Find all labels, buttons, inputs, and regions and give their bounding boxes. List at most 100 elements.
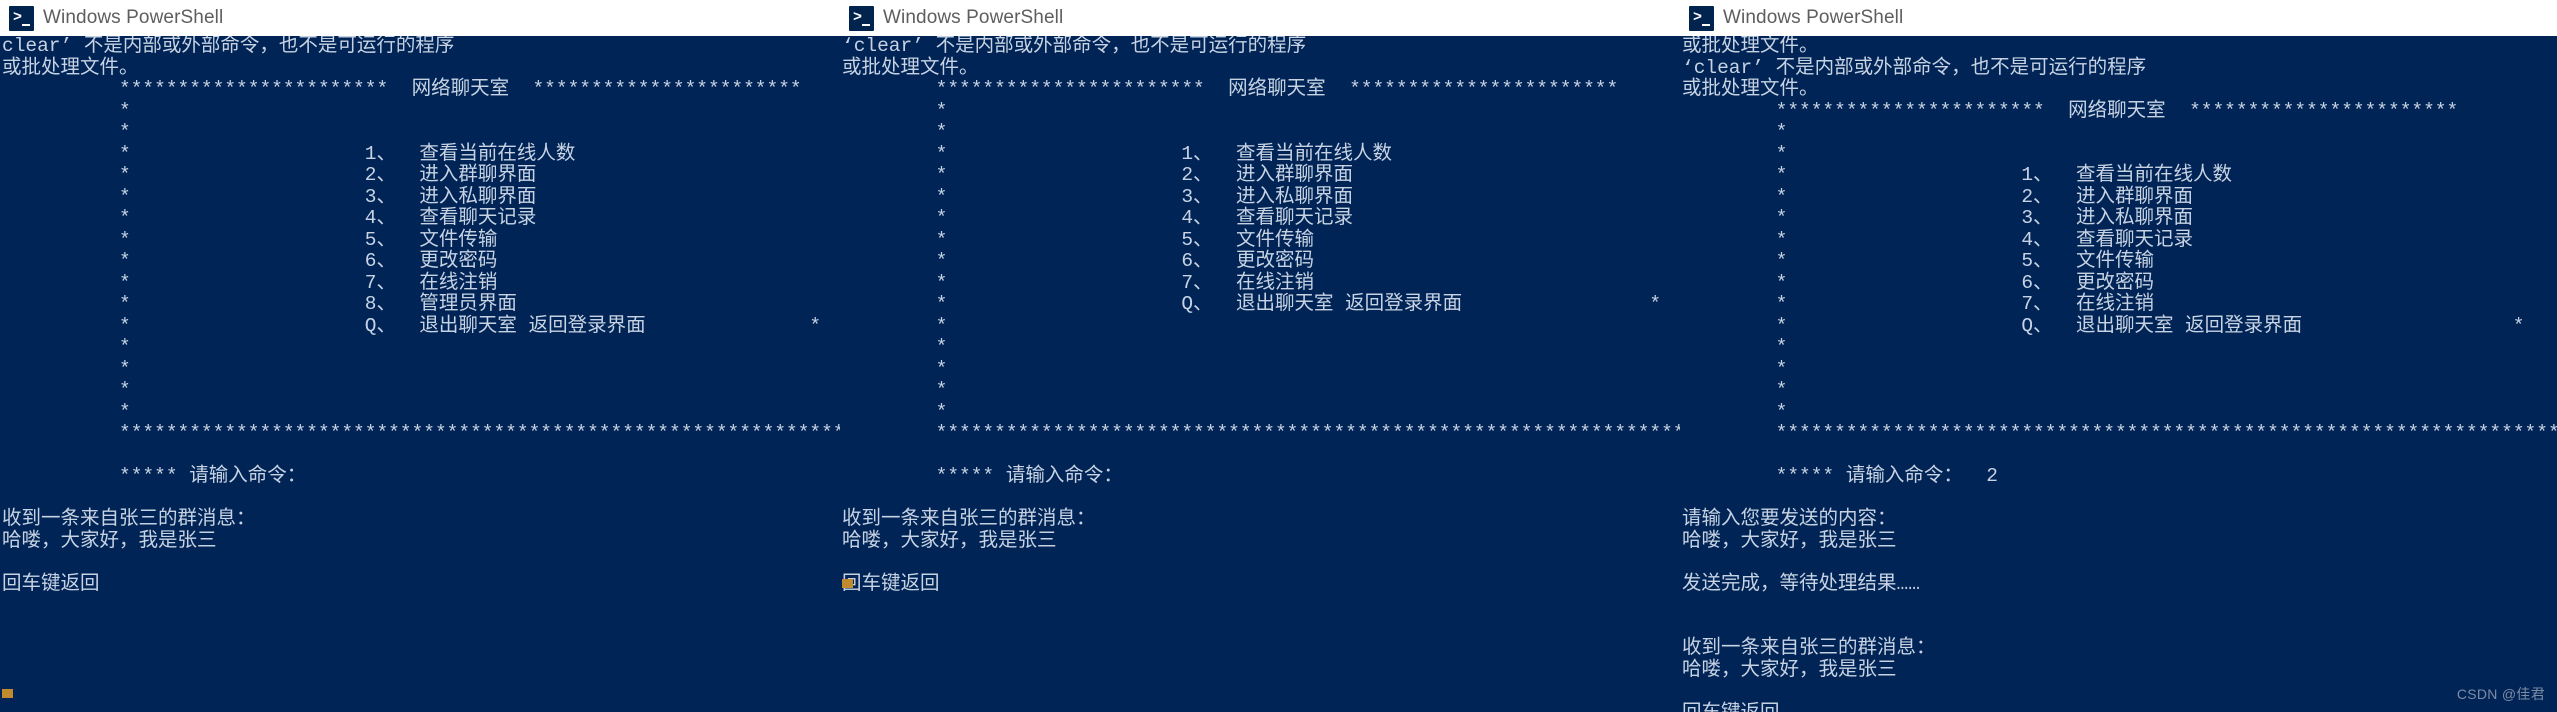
console-line-menu-4: * 4、 查看聊天记录 * [842, 207, 1680, 229]
console-line: * * [2, 400, 840, 423]
console-line: *********************** 网络聊天室 **********… [2, 78, 802, 100]
console-line: 或批处理文件。 [1682, 78, 1819, 100]
titlebar-3[interactable]: Windows PowerShell [1680, 0, 2557, 36]
titlebar-1[interactable]: Windows PowerShell [0, 0, 840, 36]
console-line: * * [842, 99, 1680, 122]
console-line-menu-6: * 6、 更改密码 * [842, 250, 1680, 272]
console-line-menu-q: * Q、 退出聊天室 返回登录界面 * [842, 293, 1662, 315]
console-line-menu-2: * 2、 进入群聊界面 * [1682, 185, 2557, 208]
csdn-watermark: CSDN @佳君 [2456, 685, 2545, 702]
console-line-menu-q: * Q、 退出聊天室 返回登录界面 * [1682, 314, 2525, 337]
console-line-status: 发送完成，等待处理结果…… [1682, 572, 1920, 595]
console-line: 或批处理文件。 [1682, 36, 1819, 57]
console-line-menu-2: * 2、 进入群聊界面 * [842, 164, 1680, 186]
console-line-menu-4: * 4、 查看聊天记录 * [1682, 228, 2557, 251]
desktop: Windows PowerShell clear’ 不是内部或外部命令，也不是可… [0, 0, 2557, 712]
console-line-menu-7: * 7、 在线注销 * [2, 271, 840, 294]
titlebar-2[interactable]: Windows PowerShell [840, 0, 1680, 36]
console-line-menu-8: * 8、 管理员界面 * [2, 293, 840, 315]
console-line: * * [2, 379, 840, 401]
console-line: *********************** 网络聊天室 **********… [1682, 99, 2459, 122]
console-line-menu-5: * 5、 文件传输 * [1682, 250, 2557, 272]
console-line-menu-3: * 3、 进入私聊界面 * [2, 185, 840, 208]
console-line: * * [842, 357, 1680, 380]
window-title-1: Windows PowerShell [43, 7, 224, 28]
window-title-2: Windows PowerShell [883, 7, 1064, 28]
console-line-menu-4: * 4、 查看聊天记录 * [2, 207, 840, 229]
console-line: * * [1682, 121, 2557, 143]
console-line: 或批处理文件。 [842, 56, 979, 79]
console-line-message-body: 哈喽，大家好，我是张三 [1682, 658, 1897, 681]
powershell-icon [1689, 5, 1714, 31]
console-line: * * [842, 336, 1680, 358]
console-line-return-hint: 回车键返回 [2, 572, 100, 595]
console-line-menu-6: * 6、 更改密码 * [2, 250, 840, 272]
console-line-menu-2: * 2、 进入群聊界面 * [2, 164, 840, 186]
console-output-2[interactable]: ‘clear’ 不是内部或外部命令，也不是可运行的程序 或批处理文件。 ****… [840, 36, 1680, 712]
console-line-prompt: ***** 请输入命令： [842, 465, 1123, 487]
powershell-icon [849, 5, 874, 31]
console-line-return-hint: 回车键返回 [842, 572, 940, 595]
console-line-prompt: ***** 请输入命令： 2 [1682, 465, 1998, 487]
powershell-window-1[interactable]: Windows PowerShell clear’ 不是内部或外部命令，也不是可… [0, 0, 840, 712]
console-line: * * [1682, 379, 2557, 401]
console-line-menu-6: * 6、 更改密码 * [1682, 271, 2557, 294]
console-line-menu-q: * Q、 退出聊天室 返回登录界面 * [2, 314, 822, 337]
console-line: ‘clear’ 不是内部或外部命令，也不是可运行的程序 [1682, 56, 2147, 79]
console-line: * * [1682, 400, 2557, 423]
console-line: ****************************************… [119, 422, 840, 444]
console-line-input-value: 哈喽，大家好，我是张三 [1682, 529, 1897, 552]
console-line: * * [842, 121, 1680, 143]
console-line-message-body: 哈喽，大家好，我是张三 [2, 529, 217, 552]
console-line-input-prompt: 请输入您要发送的内容： [1682, 508, 1897, 530]
console-line: * * [842, 314, 1680, 337]
console-line: * * [1682, 142, 2557, 165]
console-output-1[interactable]: clear’ 不是内部或外部命令，也不是可运行的程序 或批处理文件。 *****… [0, 36, 840, 712]
console-line-message-header: 收到一条来自张三的群消息： [1682, 637, 1936, 659]
powershell-window-3[interactable]: Windows PowerShell 或批处理文件。 ‘clear’ 不是内部或… [1680, 0, 2557, 712]
console-line: 或批处理文件。 [2, 56, 139, 79]
console-line: * * [2, 121, 840, 143]
console-line: clear’ 不是内部或外部命令，也不是可运行的程序 [2, 36, 455, 57]
console-line: ****************************************… [935, 422, 1680, 444]
console-line-menu-3: * 3、 进入私聊界面 * [842, 185, 1680, 208]
console-line: * * [1682, 336, 2557, 358]
console-line-menu-5: * 5、 文件传输 * [842, 228, 1680, 251]
powershell-window-2[interactable]: Windows PowerShell ‘clear’ 不是内部或外部命令，也不是… [840, 0, 1680, 712]
text-cursor [2, 689, 13, 698]
console-line: ‘clear’ 不是内部或外部命令，也不是可运行的程序 [842, 36, 1307, 57]
console-line-menu-7: * 7、 在线注销 * [842, 271, 1680, 294]
console-line: * * [842, 379, 1680, 401]
console-line-message-header: 收到一条来自张三的群消息： [2, 508, 256, 530]
console-line-menu-1: * 1、 查看当前在线人数 * [2, 142, 840, 165]
console-line-message-body: 哈喽，大家好，我是张三 [842, 529, 1057, 552]
console-line-menu-7: * 7、 在线注销 * [1682, 293, 2557, 315]
window-title-3: Windows PowerShell [1723, 7, 1904, 28]
console-output-3[interactable]: 或批处理文件。 ‘clear’ 不是内部或外部命令，也不是可运行的程序 或批处理… [1680, 36, 2557, 712]
console-line-message-header: 收到一条来自张三的群消息： [842, 508, 1096, 530]
console-line-menu-5: * 5、 文件传输 * [2, 228, 840, 251]
console-line: * * [842, 400, 1680, 423]
powershell-icon [9, 5, 34, 31]
console-line-prompt: ***** 请输入命令： [2, 465, 307, 487]
console-line-return-hint: 回车键返回 [1680, 702, 2557, 712]
console-line: * * [2, 336, 840, 358]
console-line: * * [2, 357, 840, 380]
